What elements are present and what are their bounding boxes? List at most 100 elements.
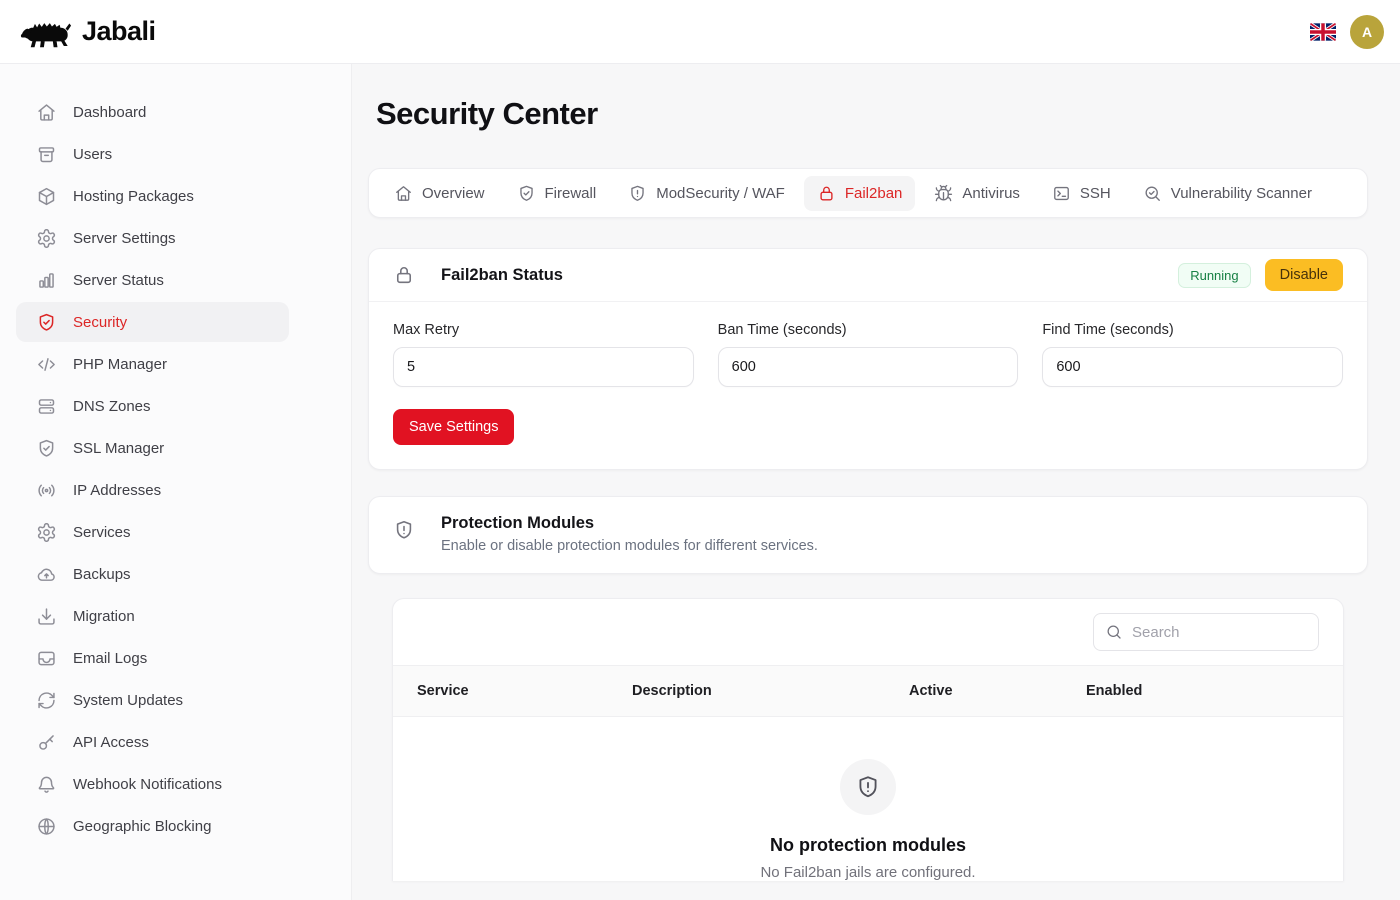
sidebar-nav: Dashboard Users Hosting Packages Server … [0, 64, 352, 900]
sidebar-item-geographic-blocking[interactable]: Geographic Blocking [16, 806, 289, 846]
sidebar-item-dashboard[interactable]: Dashboard [16, 92, 289, 132]
sidebar-item-label: Email Logs [73, 650, 147, 667]
terminal-icon [1052, 184, 1071, 203]
sidebar-item-server-settings[interactable]: Server Settings [16, 218, 289, 258]
search-input[interactable] [1093, 613, 1319, 651]
tab-label: Firewall [545, 185, 597, 202]
sidebar-item-ssl-manager[interactable]: SSL Manager [16, 428, 289, 468]
tab-label: ModSecurity / WAF [656, 185, 785, 202]
find-time-field-group: Find Time (seconds) [1042, 322, 1343, 387]
refresh-icon [36, 690, 57, 711]
brand-logo[interactable]: Jabali [20, 15, 156, 49]
sidebar-item-label: Hosting Packages [73, 188, 194, 205]
ban-time-input[interactable] [718, 347, 1019, 387]
broadcast-icon [36, 480, 57, 501]
page-title: Security Center [376, 96, 1368, 132]
sidebar-item-label: Geographic Blocking [73, 818, 211, 835]
save-settings-button[interactable]: Save Settings [393, 409, 514, 445]
max-retry-field-group: Max Retry [393, 322, 694, 387]
sidebar-item-security[interactable]: Security [16, 302, 289, 342]
sidebar-item-label: Server Settings [73, 230, 176, 247]
gear-icon [36, 522, 57, 543]
sidebar-item-hosting-packages[interactable]: Hosting Packages [16, 176, 289, 216]
column-header-description: Description [608, 683, 885, 699]
sidebar-item-label: SSL Manager [73, 440, 164, 457]
sidebar-item-webhook-notifications[interactable]: Webhook Notifications [16, 764, 289, 804]
shield-alert-icon [628, 184, 647, 203]
sidebar-item-system-updates[interactable]: System Updates [16, 680, 289, 720]
protection-modules-subtitle: Enable or disable protection modules for… [441, 538, 818, 554]
sidebar-item-email-logs[interactable]: Email Logs [16, 638, 289, 678]
key-icon [36, 732, 57, 753]
code-icon [36, 354, 57, 375]
gear-icon [36, 228, 57, 249]
tab-modsecurity-waf[interactable]: ModSecurity / WAF [615, 176, 798, 211]
top-header: Jabali A [0, 0, 1400, 64]
disable-fail2ban-button[interactable]: Disable [1265, 259, 1343, 291]
sidebar-item-dns-zones[interactable]: DNS Zones [16, 386, 289, 426]
column-header-active: Active [885, 683, 1062, 699]
fail2ban-status-title: Fail2ban Status [441, 266, 563, 285]
sidebar-item-users[interactable]: Users [16, 134, 289, 174]
sidebar-item-label: IP Addresses [73, 482, 161, 499]
language-uk-flag-icon[interactable] [1310, 23, 1336, 41]
uk-flag-icon [1310, 23, 1336, 41]
tab-vulnerability-scanner[interactable]: Vulnerability Scanner [1130, 176, 1325, 211]
search-icon [1105, 623, 1123, 641]
column-header-service: Service [393, 683, 608, 699]
empty-state: No protection modules No Fail2ban jails … [393, 717, 1343, 881]
boar-logo-icon [20, 15, 72, 49]
tab-overview[interactable]: Overview [381, 176, 498, 211]
search-check-icon [1143, 184, 1162, 203]
tab-fail2ban[interactable]: Fail2ban [804, 176, 916, 211]
tab-label: Antivirus [962, 185, 1020, 202]
package-icon [36, 186, 57, 207]
protection-modules-title: Protection Modules [441, 514, 818, 533]
sidebar-item-backups[interactable]: Backups [16, 554, 289, 594]
sidebar-item-label: API Access [73, 734, 149, 751]
sidebar-item-label: Security [73, 314, 127, 331]
max-retry-input[interactable] [393, 347, 694, 387]
find-time-label: Find Time (seconds) [1042, 322, 1343, 338]
sidebar-item-api-access[interactable]: API Access [16, 722, 289, 762]
users-icon [36, 144, 57, 165]
protection-modules-table-card: Service Description Active Enabled No pr… [392, 598, 1344, 881]
tab-firewall[interactable]: Firewall [504, 176, 610, 211]
shield-alert-icon [393, 519, 415, 541]
sidebar-item-ip-addresses[interactable]: IP Addresses [16, 470, 289, 510]
sidebar-item-server-status[interactable]: Server Status [16, 260, 289, 300]
search-box [1093, 613, 1319, 651]
user-avatar[interactable]: A [1350, 15, 1384, 49]
running-status-badge: Running [1178, 263, 1250, 288]
shield-check-icon [517, 184, 536, 203]
table-header-row: Service Description Active Enabled [393, 665, 1343, 717]
shield-check-icon [36, 438, 57, 459]
shield-alert-icon [855, 774, 881, 800]
sidebar-item-label: Migration [73, 608, 135, 625]
home-icon [36, 102, 57, 123]
main-content: Security Center Overview Firewall ModSec… [352, 64, 1400, 900]
find-time-input[interactable] [1042, 347, 1343, 387]
tab-ssh[interactable]: SSH [1039, 176, 1124, 211]
ban-time-field-group: Ban Time (seconds) [718, 322, 1019, 387]
globe-icon [36, 816, 57, 837]
empty-state-title: No protection modules [770, 835, 966, 856]
column-header-enabled: Enabled [1062, 683, 1343, 699]
sidebar-item-label: DNS Zones [73, 398, 151, 415]
max-retry-label: Max Retry [393, 322, 694, 338]
bug-icon [934, 184, 953, 203]
fail2ban-status-card: Fail2ban Status Running Disable Max Retr… [368, 248, 1368, 470]
sidebar-item-services[interactable]: Services [16, 512, 289, 552]
bar-chart-icon [36, 270, 57, 291]
fail2ban-status-header: Fail2ban Status Running Disable [369, 249, 1367, 302]
sidebar-item-label: Dashboard [73, 104, 146, 121]
sidebar-item-php-manager[interactable]: PHP Manager [16, 344, 289, 384]
tab-antivirus[interactable]: Antivirus [921, 176, 1033, 211]
tab-label: Fail2ban [845, 185, 903, 202]
sidebar-item-label: Server Status [73, 272, 164, 289]
tab-label: Overview [422, 185, 485, 202]
sidebar-item-migration[interactable]: Migration [16, 596, 289, 636]
lock-icon [393, 264, 415, 286]
sidebar-item-label: Users [73, 146, 112, 163]
sidebar-item-label: System Updates [73, 692, 183, 709]
